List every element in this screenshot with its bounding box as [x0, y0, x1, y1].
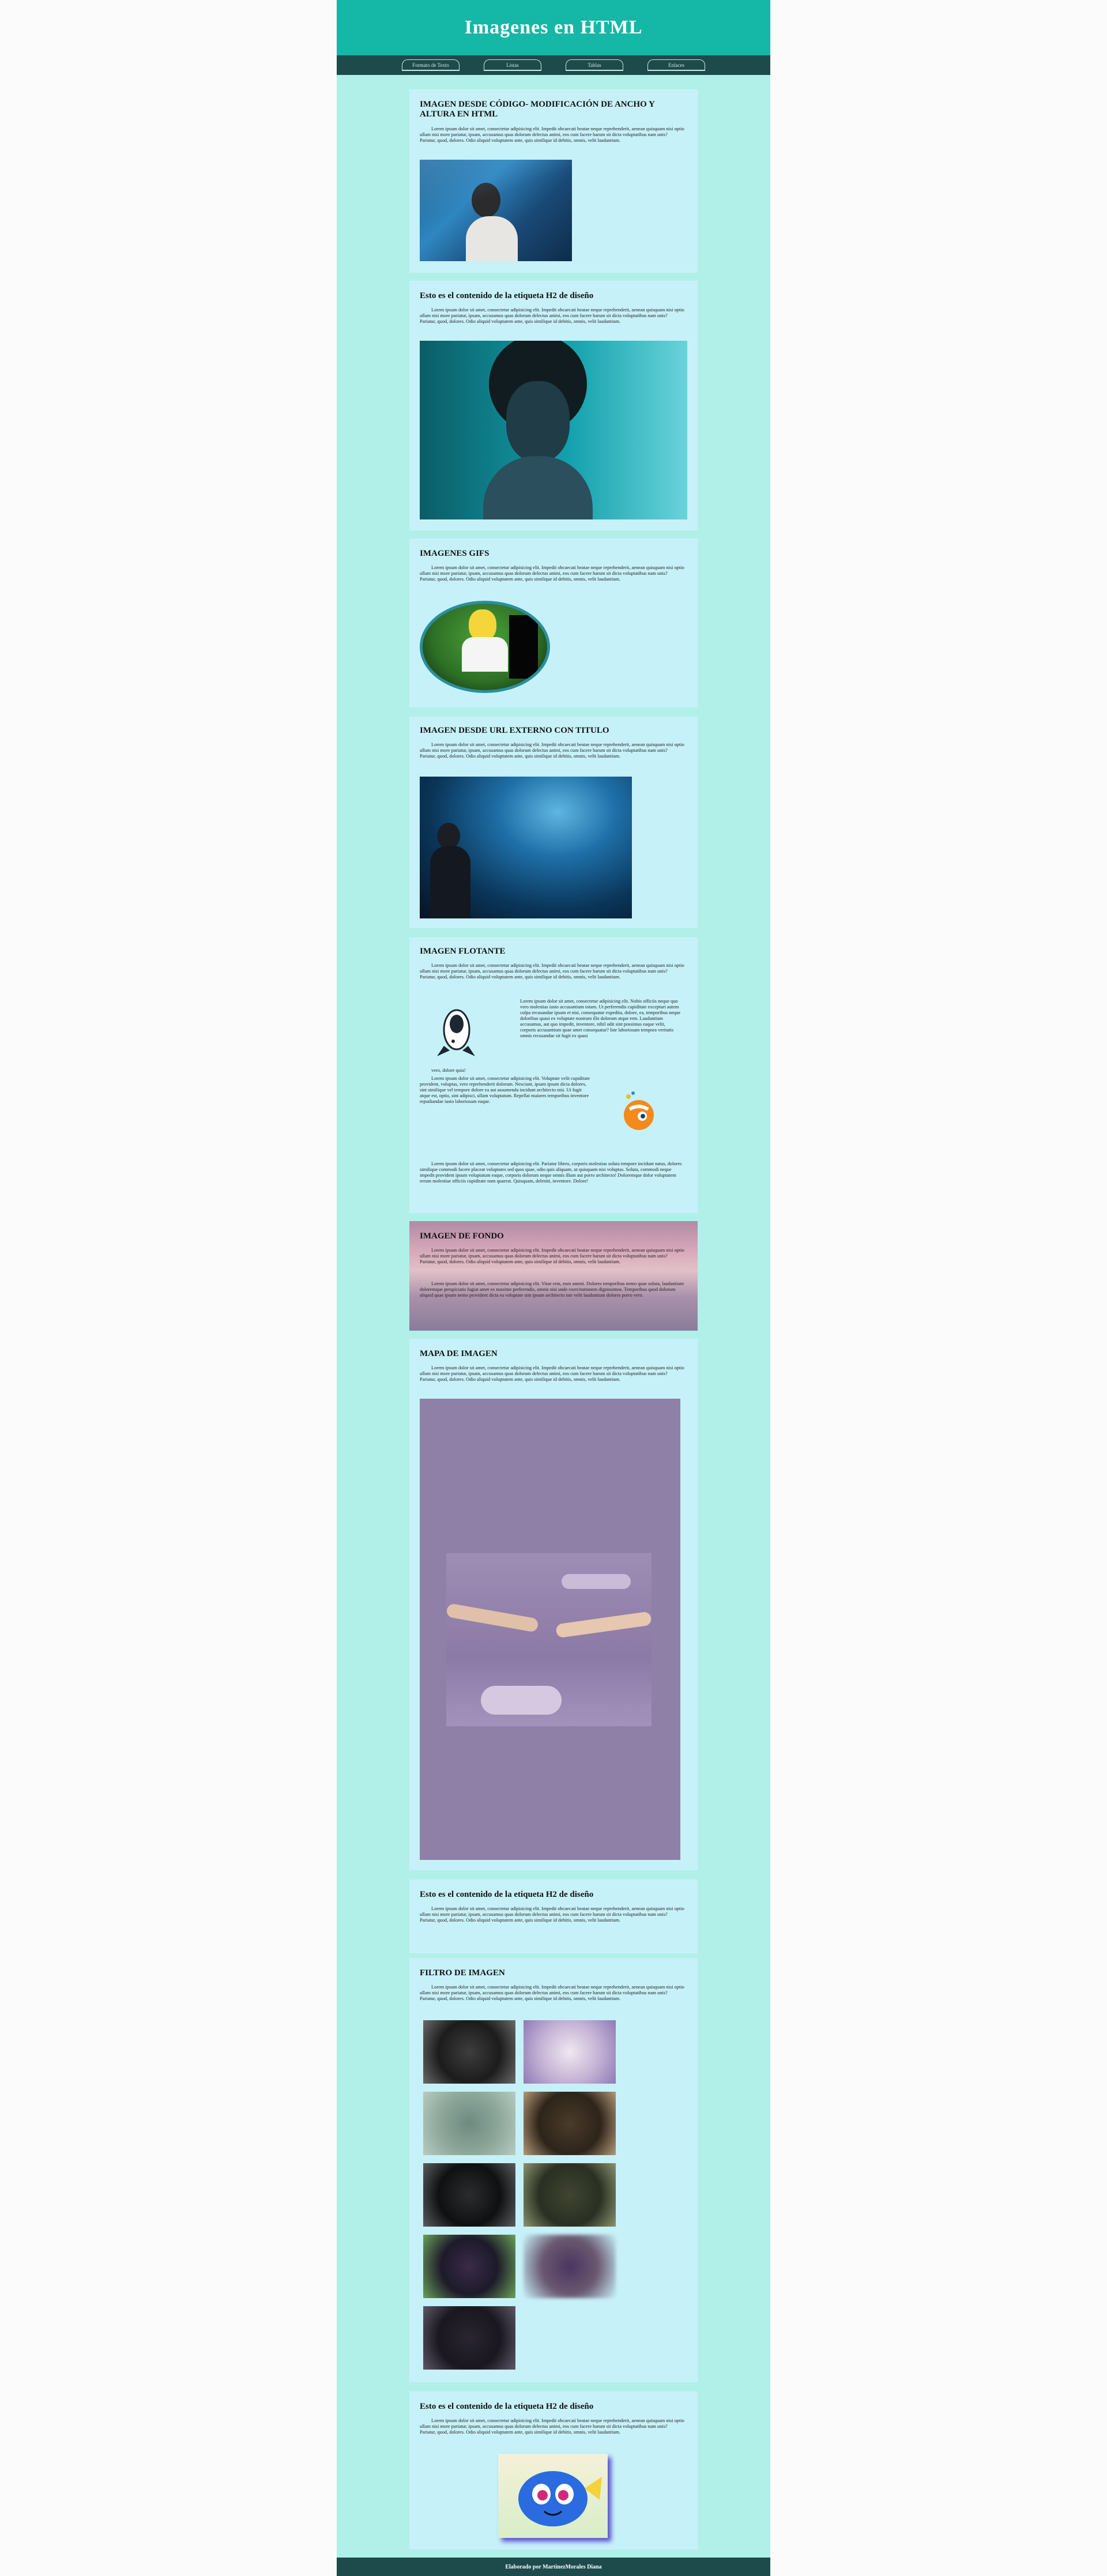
- woman-portrait-image: [420, 160, 572, 261]
- site-footer: Elaborado por MartinezMorales Diana: [337, 2558, 770, 2576]
- section-card-bg-image: IMAGEN DE FONDO Lorem ipsum dolor sit am…: [409, 1221, 698, 1331]
- aquarium-image: [420, 777, 632, 918]
- section-text: Lorem ipsum dolor sit amet, consectetur …: [420, 1984, 684, 2001]
- nav-bar: Formato de Texto Listas Tablas Enlaces: [337, 55, 770, 75]
- nav-enlaces[interactable]: Enlaces: [647, 59, 705, 71]
- section-card: IMAGEN DESDE CÓDIGO- MODIFICACIÓN DE ANC…: [409, 89, 698, 273]
- section-text-2: Lorem ipsum dolor sit amet, consectetur …: [420, 1281, 684, 1298]
- section-title: MAPA DE IMAGEN: [420, 1349, 498, 1358]
- berries-contrast-image: [423, 2163, 515, 2227]
- section-text: Lorem ipsum dolor sit amet, consectetur …: [420, 307, 684, 324]
- section-text: Lorem ipsum dolor sit amet, consectetur …: [420, 565, 684, 582]
- koi-fish-image: [432, 1001, 479, 1059]
- afro-portrait-image: [420, 341, 687, 519]
- berries-brightness-image: [423, 2306, 515, 2370]
- footer-text: Elaborado por MartinezMorales Diana: [505, 2563, 602, 2570]
- float-text-2: Lorem ipsum dolor sit amet, consectetur …: [420, 1076, 590, 1104]
- page-column: Imagenes en HTML Formato de Texto Listas…: [337, 0, 770, 2576]
- section-text: Lorem ipsum dolor sit amet, consectetur …: [420, 742, 684, 759]
- section-title: IMAGEN DESDE URL EXTERNO CON TITULO: [420, 726, 609, 735]
- section-card: Esto es el contenido de la etiqueta H2 d…: [409, 1880, 698, 1953]
- berries-blur-image: [524, 2235, 616, 2298]
- float-text: Lorem ipsum dolor sit amet, consectetur …: [520, 999, 681, 1038]
- section-card: Esto es el contenido de la etiqueta H2 d…: [409, 2392, 698, 2549]
- nav-listas[interactable]: Listas: [484, 59, 541, 71]
- section-text: Lorem ipsum dolor sit amet, consectetur …: [420, 2418, 684, 2435]
- clownfish-image: [616, 1086, 662, 1138]
- float-text-end: vero, dolore quia!: [431, 1068, 466, 1073]
- section-title: IMAGENES GIFS: [420, 549, 490, 558]
- section-card: IMAGENES GIFS Lorem ipsum dolor sit amet…: [409, 538, 698, 707]
- section-card: IMAGEN FLOTANTE Lorem ipsum dolor sit am…: [409, 937, 698, 1213]
- section-text: Lorem ipsum dolor sit amet, consectetur …: [420, 1365, 684, 1382]
- section-title: IMAGEN DESDE CÓDIGO- MODIFICACIÓN DE ANC…: [420, 100, 655, 119]
- nav-formato-texto[interactable]: Formato de Texto: [402, 59, 460, 71]
- section-title: Esto es el contenido de la etiqueta H2 d…: [420, 2402, 594, 2411]
- nav-tablas[interactable]: Tablas: [566, 59, 623, 71]
- section-title: IMAGEN FLOTANTE: [420, 947, 506, 956]
- section-title: Esto es el contenido de la etiqueta H2 d…: [420, 1890, 594, 1899]
- page-title: Imagenes en HTML: [464, 17, 643, 38]
- section-text: Lorem ipsum dolor sit amet, consectetur …: [420, 963, 684, 980]
- berries-invert-image: [524, 2020, 616, 2084]
- section-title: FILTRO DE IMAGEN: [420, 1968, 505, 1978]
- berries-opacity-image: [423, 2092, 515, 2155]
- dory-fish-image: [498, 2454, 608, 2538]
- section-text: Lorem ipsum dolor sit amet, consectetur …: [420, 1906, 684, 1923]
- image-map[interactable]: [420, 1399, 680, 1860]
- berries-sepia-image: [524, 2092, 616, 2155]
- section-text: Lorem ipsum dolor sit amet, consectetur …: [420, 1248, 684, 1264]
- section-card: MAPA DE IMAGEN Lorem ipsum dolor sit ame…: [409, 1339, 698, 1870]
- berries-hue-image: [524, 2163, 616, 2227]
- section-card: IMAGEN DESDE URL EXTERNO CON TITULO Lore…: [409, 717, 698, 928]
- section-title: IMAGEN DE FONDO: [420, 1231, 504, 1241]
- section-card: FILTRO DE IMAGEN Lorem ipsum dolor sit a…: [409, 1958, 698, 2382]
- berries-saturate-image: [423, 2235, 515, 2298]
- section-card: Esto es el contenido de la etiqueta H2 d…: [409, 281, 698, 530]
- section-text: Lorem ipsum dolor sit amet, consectetur …: [420, 126, 684, 143]
- site-header: Imagenes en HTML: [337, 0, 770, 55]
- creation-hands-image: [446, 1553, 652, 1726]
- berries-grayscale-image: [423, 2020, 515, 2084]
- homer-gif-image: [420, 601, 550, 693]
- section-title: Esto es el contenido de la etiqueta H2 d…: [420, 291, 594, 300]
- section-text-3: Lorem ipsum dolor sit amet, consectetur …: [420, 1161, 682, 1184]
